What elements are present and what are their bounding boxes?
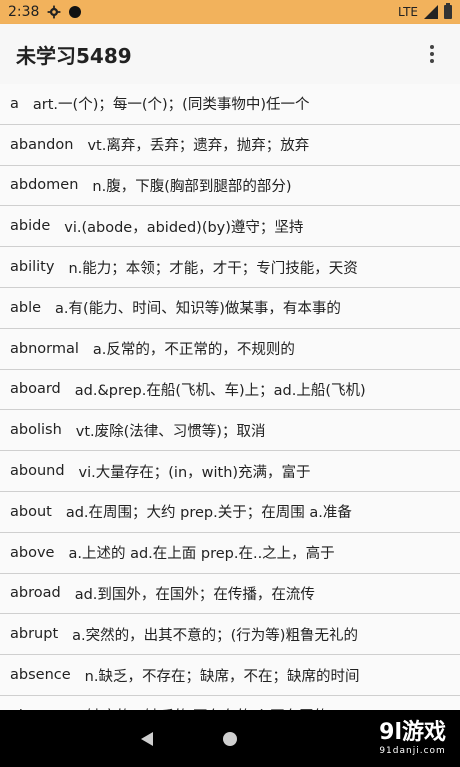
word-list-item[interactable]: absence n.缺乏，不存在；缺席，不在；缺席的时间 [0, 655, 460, 696]
app-bar: 未学习5489 [0, 24, 460, 84]
word-list-item[interactable]: abound vi.大量存在；(in，with)充满，富于 [0, 451, 460, 492]
word-list-item[interactable]: a art.一(个)；每一(个)；(同类事物中)任一个 [0, 84, 460, 125]
watermark-sub: 91danji.com [379, 746, 446, 756]
word-definition: a.有(能力、时间、知识等)做某事，有本事的 [55, 301, 341, 318]
word-text: aboard [10, 381, 61, 398]
signal-icon [424, 5, 438, 19]
back-icon[interactable] [141, 731, 153, 746]
word-text: abide [10, 218, 51, 235]
word-text: abolish [10, 422, 62, 439]
word-text: able [10, 299, 42, 316]
word-list-item[interactable]: abolish vt.废除(法律、习惯等)；取消 [0, 410, 460, 452]
word-text: above [10, 544, 55, 561]
word-text: abandon [10, 136, 74, 153]
word-text: absence [10, 667, 71, 684]
word-text: abroad [10, 585, 61, 602]
word-list-item[interactable]: abandon vt.离弃，丢弃；遗弃，抛弃；放弃 [0, 125, 460, 166]
gear-icon [48, 5, 61, 19]
word-definition: n.缺乏，不存在；缺席，不在；缺席的时间 [84, 668, 360, 685]
word-definition: a.上述的 ad.在上面 prep.在..之上，高于 [68, 546, 335, 563]
status-time: 2:38 [8, 4, 40, 20]
home-icon[interactable] [223, 731, 237, 746]
more-vert-icon[interactable] [420, 42, 444, 66]
word-definition: vt.废除(法律、习惯等)；取消 [75, 423, 266, 440]
word-list[interactable]: a art.一(个)；每一(个)；(同类事物中)任一个 abandon vt.离弃，丢… [0, 84, 460, 710]
word-list-item[interactable]: able a.有(能力、时间、知识等)做某事，有本事的 [0, 288, 460, 329]
word-definition: vt.离弃，丢弃；遗弃，抛弃；放弃 [87, 138, 310, 155]
word-definition: art.一(个)；每一(个)；(同类事物中)任一个 [32, 97, 310, 114]
word-list-item[interactable]: abroad ad.到国外，在国外；在传播，在流传 [0, 574, 460, 615]
word-definition: vi.(abode，abided)(by)遵守；坚持 [64, 219, 304, 236]
word-definition: vi.大量存在；(in，with)充满，富于 [78, 464, 311, 481]
word-definition: ad.在周围；大约 prep.关于；在周围 a.准备 [65, 505, 352, 522]
word-list-item[interactable]: about ad.在周围；大约 prep.关于；在周围 a.准备 [0, 492, 460, 533]
word-text: abrupt [10, 626, 59, 643]
status-bar: 2:38 LTE [0, 0, 460, 24]
word-text: abnormal [10, 340, 79, 357]
word-list-item[interactable]: absenta.缺席的，缺乏的 不存在的 心不在焉的 [0, 696, 460, 710]
word-list-item[interactable]: abnormal a.反常的，不正常的，不规则的 [0, 329, 460, 370]
word-text: a [10, 95, 19, 112]
word-definition: ad.到国外，在国外；在传播，在流传 [74, 586, 315, 603]
word-text: abound [10, 463, 65, 480]
notification-dot-icon [69, 6, 82, 18]
word-list-item[interactable]: abide vi.(abode，abided)(by)遵守；坚持 [0, 206, 460, 248]
word-definition: n.能力；本领；才能，才干；专门技能，天资 [68, 260, 358, 277]
word-list-item[interactable]: ability n.能力；本领；才能，才干；专门技能，天资 [0, 247, 460, 288]
word-definition: n.腹，下腹(胸部到腿部的部分) [92, 178, 292, 195]
page-title: 未学习5489 [16, 43, 132, 68]
network-label: LTE [398, 5, 418, 19]
recents-icon[interactable] [307, 733, 319, 745]
word-text: ability [10, 259, 55, 276]
word-list-item[interactable]: abrupt a.突然的，出其不意的；(行为等)粗鲁无礼的 [0, 614, 460, 656]
battery-icon [444, 3, 452, 19]
word-list-item[interactable]: above a.上述的 ad.在上面 prep.在..之上，高于 [0, 533, 460, 574]
watermark-logo: 9l游戏 91danji.com [379, 714, 446, 756]
watermark-main: 9l游戏 [379, 720, 446, 745]
word-definition: a.反常的，不正常的，不规则的 [92, 342, 295, 359]
word-definition: ad.&prep.在船(飞机、车)上；ad.上船(飞机) [74, 382, 366, 399]
word-text: abdomen [10, 177, 79, 194]
word-definition: a.突然的，出其不意的；(行为等)粗鲁无礼的 [72, 627, 358, 644]
word-text: about [10, 503, 52, 520]
word-list-item[interactable]: abdomen n.腹，下腹(胸部到腿部的部分) [0, 166, 460, 207]
word-list-item[interactable]: aboard ad.&prep.在船(飞机、车)上；ad.上船(飞机) [0, 370, 460, 411]
